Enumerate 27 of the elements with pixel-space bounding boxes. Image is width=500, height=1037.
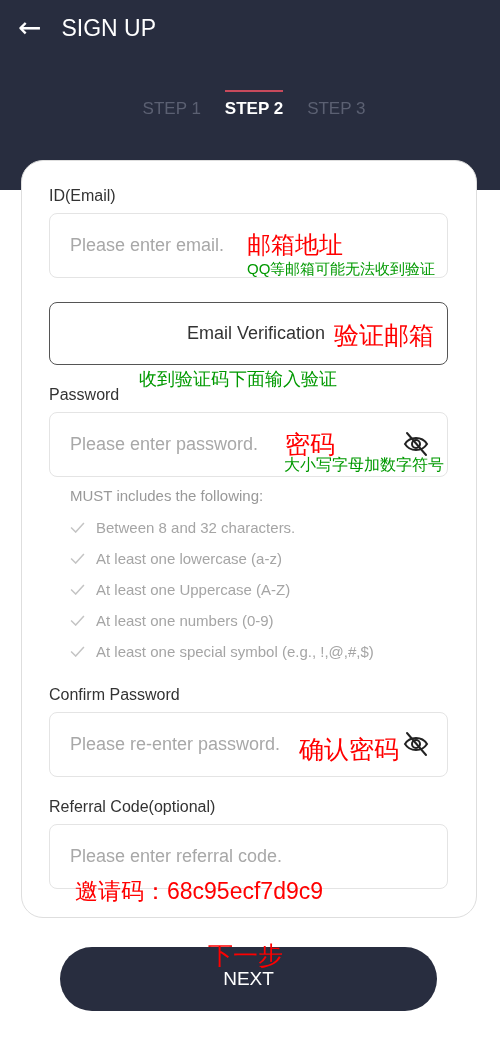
check-icon — [70, 522, 85, 533]
rules-heading: MUST includes the following: — [70, 486, 265, 506]
rule-text: At least one lowercase (a-z) — [96, 550, 282, 567]
eye-off-icon[interactable] — [402, 430, 430, 458]
eye-off-icon[interactable] — [402, 730, 430, 758]
check-icon — [70, 615, 85, 626]
field-label: Password — [49, 385, 121, 405]
field-label: Confirm Password — [49, 685, 181, 705]
back-arrow-icon[interactable]: ← — [18, 14, 42, 42]
annotation-text: 大小写字母加数字符号 — [284, 457, 444, 473]
annotation-text: QQ等邮箱可能无法收到验证 — [247, 261, 436, 276]
check-icon — [70, 553, 85, 564]
annotation-text: 邮箱地址 — [247, 233, 343, 257]
page-title: SIGN UP — [61, 14, 157, 42]
rule-text: At least one Uppercase (A-Z) — [96, 581, 291, 598]
rule-text: Between 8 and 32 characters. — [96, 519, 296, 536]
check-icon — [70, 584, 85, 595]
rule-text: At least one numbers (0-9) — [96, 612, 274, 629]
annotation-text: 确认密码 — [299, 737, 399, 762]
check-icon — [70, 646, 85, 657]
rule-text: At least one special symbol (e.g., !,@,#,$) — [96, 643, 374, 660]
annotation-text: 验证邮箱 — [334, 323, 434, 348]
field-label: ID(Email) — [49, 186, 117, 206]
annotation-text: 收到验证码下面输入验证 — [139, 370, 337, 388]
field-label: Referral Code(optional) — [49, 797, 217, 817]
annotation-text: 密码 — [285, 432, 335, 457]
step-tab[interactable]: STEP 2 — [224, 90, 284, 126]
